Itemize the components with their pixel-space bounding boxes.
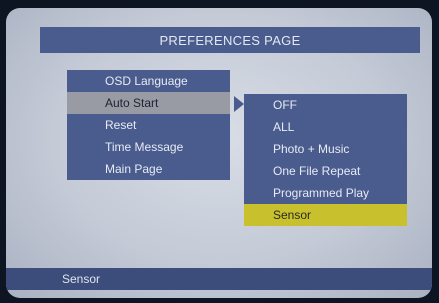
page-title: PREFERENCES PAGE bbox=[40, 27, 420, 53]
menu-item-main-page[interactable]: Main Page bbox=[67, 158, 230, 180]
option-all[interactable]: ALL bbox=[244, 116, 407, 138]
option-programmed-play[interactable]: Programmed Play bbox=[244, 182, 407, 204]
option-photo-music[interactable]: Photo + Music bbox=[244, 138, 407, 160]
option-one-file-repeat[interactable]: One File Repeat bbox=[244, 160, 407, 182]
auto-start-submenu: OFF ALL Photo + Music One File Repeat Pr… bbox=[244, 94, 407, 226]
menu-item-reset[interactable]: Reset bbox=[67, 114, 230, 136]
preferences-menu: OSD Language Auto Start Reset Time Messa… bbox=[67, 70, 230, 180]
status-bar: Sensor bbox=[6, 268, 432, 290]
menu-item-auto-start[interactable]: Auto Start bbox=[67, 92, 230, 114]
menu-item-osd-language[interactable]: OSD Language bbox=[67, 70, 230, 92]
option-off[interactable]: OFF bbox=[244, 94, 407, 116]
submenu-arrow-icon bbox=[234, 96, 244, 112]
option-sensor[interactable]: Sensor bbox=[244, 204, 407, 226]
menu-item-time-message[interactable]: Time Message bbox=[67, 136, 230, 158]
tv-screen: PREFERENCES PAGE OSD Language Auto Start… bbox=[6, 8, 432, 298]
